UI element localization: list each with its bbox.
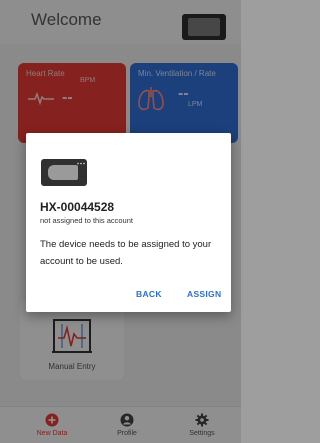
device-id: HX-00044528: [40, 200, 115, 214]
device-assignment-dialog: HX-00044528 not assigned to this account…: [26, 133, 231, 312]
device-icon: [41, 159, 87, 186]
back-button[interactable]: BACK: [136, 289, 162, 299]
dialog-message: The device needs to be assigned to your …: [40, 239, 212, 267]
device-status: not assigned to this account: [40, 216, 133, 225]
assign-button[interactable]: ASSIGN: [187, 289, 221, 299]
